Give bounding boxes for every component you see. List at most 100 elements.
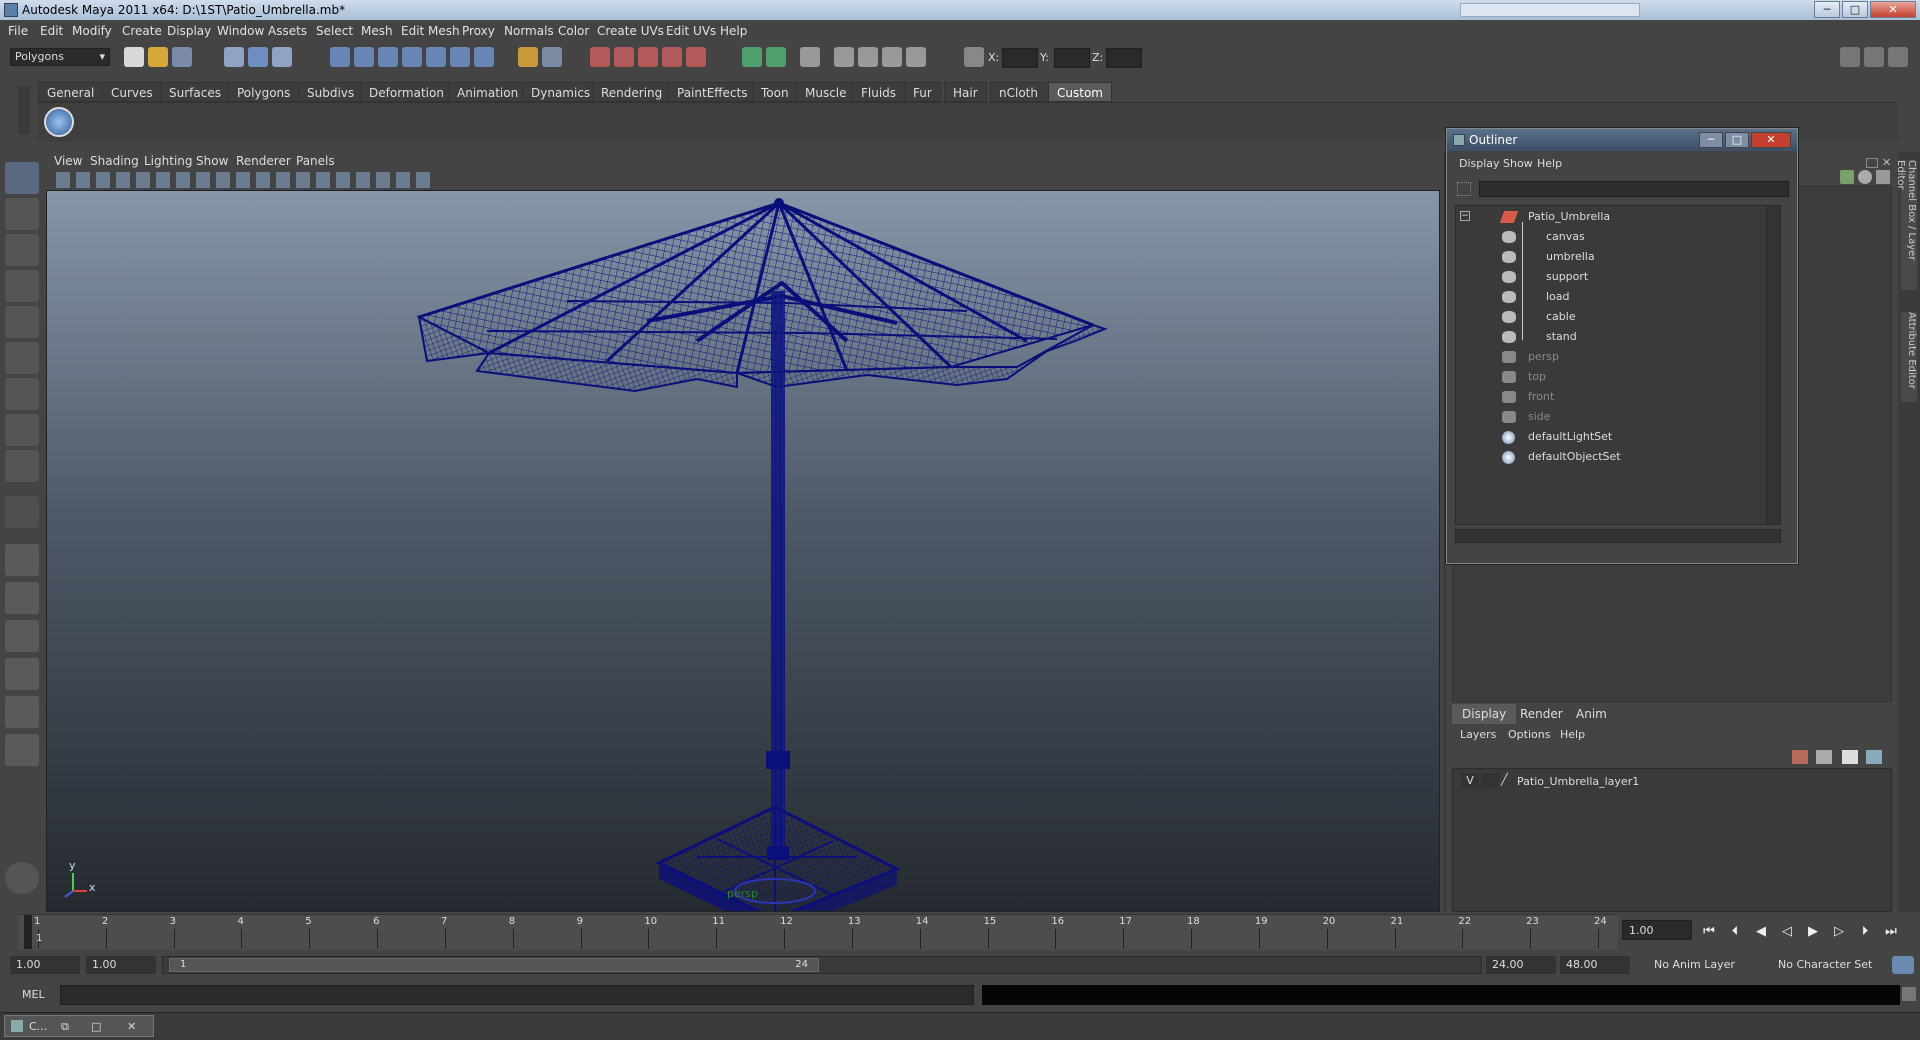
shelf-tab-deformation[interactable]: Deformation (360, 82, 453, 102)
float-panel-icon[interactable] (1866, 158, 1878, 168)
menu-set-dropdown[interactable]: Polygons ▾ (10, 48, 110, 66)
render-frame-icon[interactable] (614, 47, 634, 67)
channel-box-side-tab[interactable]: Channel Box / Layer Editor (1895, 160, 1917, 290)
toggle-tool-settings-icon[interactable] (1864, 47, 1884, 67)
outliner-item-side[interactable]: side (1456, 408, 1766, 426)
checkmark-shelf-icon[interactable] (44, 107, 74, 137)
shelf-tab-muscle[interactable]: Muscle (796, 82, 856, 102)
soft-modification-icon[interactable] (5, 414, 39, 446)
time-slider-track[interactable]: 1 2 3 4 5 6 7 8 9 10 11 12 13 14 15 16 17 18 19 20 21 22 23 24 … (18, 914, 1618, 950)
move-layer-down-icon[interactable] (1816, 750, 1832, 764)
layer-color-swatch[interactable]: ╱ (1501, 773, 1513, 789)
menu-help[interactable]: Help (720, 24, 747, 38)
outliner-search-input[interactable] (1479, 181, 1789, 197)
shelf-tab-surfaces[interactable]: Surfaces (160, 82, 230, 102)
restore-icon[interactable]: ⧉ (61, 1020, 69, 1034)
x-input[interactable] (1002, 48, 1038, 68)
menu-select[interactable]: Select (316, 24, 353, 38)
outliner-item-support[interactable]: support (1456, 268, 1766, 286)
layer-tab-render[interactable]: Render (1510, 704, 1573, 724)
current-time-marker[interactable] (24, 915, 32, 949)
outliner-item-cable[interactable]: cable (1456, 308, 1766, 326)
transform-mode-icon[interactable] (964, 47, 984, 67)
end-time-field[interactable]: 48.00 (1560, 956, 1630, 974)
shelf-tab-polygons[interactable]: Polygons (228, 82, 300, 102)
close-panel-icon[interactable]: ✕ (1882, 156, 1891, 169)
layer-visibility-toggle[interactable]: V (1461, 773, 1479, 789)
selection-mask-icon[interactable] (542, 47, 562, 67)
shelf-tab-fluids[interactable]: Fluids (852, 82, 906, 102)
panel-menu-lighting[interactable]: Lighting (144, 154, 193, 168)
select-object-icon[interactable] (248, 47, 268, 67)
rotate-tool-icon[interactable] (5, 306, 39, 338)
anim-layer-dropdown[interactable]: No Anim Layer (1650, 956, 1760, 974)
play-forward-icon[interactable]: ▶ (1802, 921, 1824, 943)
outliner-maximize-button[interactable]: □ (1725, 132, 1749, 148)
shelf-tab-painteffects[interactable]: PaintEffects (668, 82, 757, 102)
outliner-item-umbrella[interactable]: umbrella (1456, 248, 1766, 266)
menu-color[interactable]: Color (558, 24, 589, 38)
move-layer-up-icon[interactable] (1792, 750, 1808, 764)
outliner-vertical-scrollbar[interactable] (1766, 206, 1780, 524)
command-language-label[interactable]: MEL (22, 988, 45, 1001)
panel-menu-panels[interactable]: Panels (296, 154, 335, 168)
input-line-icon[interactable] (742, 47, 762, 67)
panel-menu-view[interactable]: View (54, 154, 82, 168)
persp-graph-layout-icon[interactable] (5, 658, 39, 690)
minimized-window-item[interactable]: C... ⧉ □ ✕ (4, 1015, 154, 1037)
lock-icon[interactable] (518, 47, 538, 67)
shelf-tab-ncloth[interactable]: nCloth (990, 82, 1047, 102)
menu-edit[interactable]: Edit (40, 24, 63, 38)
maximize-icon[interactable]: □ (91, 1020, 101, 1033)
scale-tool-icon[interactable] (5, 342, 39, 374)
outliner-menu-display[interactable]: Display (1459, 157, 1500, 170)
outliner-item-front[interactable]: front (1456, 388, 1766, 406)
new-scene-icon[interactable] (124, 47, 144, 67)
outliner-close-button[interactable]: ✕ (1751, 132, 1791, 148)
select-component-icon[interactable] (272, 47, 292, 67)
outliner-item-canvas[interactable]: canvas (1456, 228, 1766, 246)
panel-menu-show[interactable]: Show (196, 154, 228, 168)
minimize-button[interactable]: ─ (1814, 1, 1840, 18)
panel-menu-shading[interactable]: Shading (90, 154, 139, 168)
menu-normals[interactable]: Normals (504, 24, 554, 38)
step-back-frame-icon[interactable]: ◀ (1750, 921, 1772, 943)
shelf-tab-hair[interactable]: Hair (944, 82, 987, 102)
start-time-field[interactable]: 1.00 (10, 956, 80, 974)
history-icon[interactable] (450, 47, 470, 67)
attribute-editor-side-tab[interactable]: Attribute Editor (1901, 312, 1917, 402)
layer-tab-display[interactable]: Display (1452, 704, 1517, 724)
show-hide-icon[interactable] (800, 47, 820, 67)
render-view-icon[interactable] (590, 47, 610, 67)
outliner-item-default-light-set[interactable]: defaultLightSet (1456, 428, 1766, 446)
menu-file[interactable]: File (8, 24, 28, 38)
shelf-tab-subdivs[interactable]: Subdivs (298, 82, 364, 102)
snap-point-icon[interactable] (378, 47, 398, 67)
hypershade-icon[interactable] (686, 47, 706, 67)
paint-select-tool-icon[interactable] (5, 234, 39, 266)
go-to-start-icon[interactable]: ⏮ (1698, 921, 1720, 943)
four-view-layout-icon[interactable] (5, 582, 39, 614)
show-manipulator-icon[interactable] (5, 450, 39, 482)
new-layer-icon[interactable] (1842, 750, 1858, 764)
playback-end-field[interactable]: 24.00 (1486, 956, 1556, 974)
outliner-item-persp[interactable]: persp (1456, 348, 1766, 366)
shelf-tab-fur[interactable]: Fur (904, 82, 941, 102)
outliner-item-stand[interactable]: stand (1456, 328, 1766, 346)
select-tool-icon[interactable] (5, 162, 39, 194)
help-line-icon[interactable] (474, 47, 494, 67)
panel-menu-renderer[interactable]: Renderer (236, 154, 291, 168)
step-forward-key-icon[interactable]: ⏵ (1854, 921, 1876, 943)
menu-modify[interactable]: Modify (72, 24, 112, 38)
toggle-channel-box-icon[interactable] (1888, 47, 1908, 67)
last-tool-icon[interactable] (5, 496, 39, 528)
menu-display[interactable]: Display (167, 24, 211, 38)
open-scene-icon[interactable] (148, 47, 168, 67)
shelf-tab-general[interactable]: General (38, 82, 104, 102)
menu-edit-uvs[interactable]: Edit UVs (666, 24, 716, 38)
render-settings-icon[interactable] (662, 47, 682, 67)
layer-menu-layers[interactable]: Layers (1460, 728, 1496, 741)
menu-create-uvs[interactable]: Create UVs (597, 24, 664, 38)
shelf-tab-curves[interactable]: Curves (102, 82, 162, 102)
shelf-tab-animation[interactable]: Animation (448, 82, 528, 102)
